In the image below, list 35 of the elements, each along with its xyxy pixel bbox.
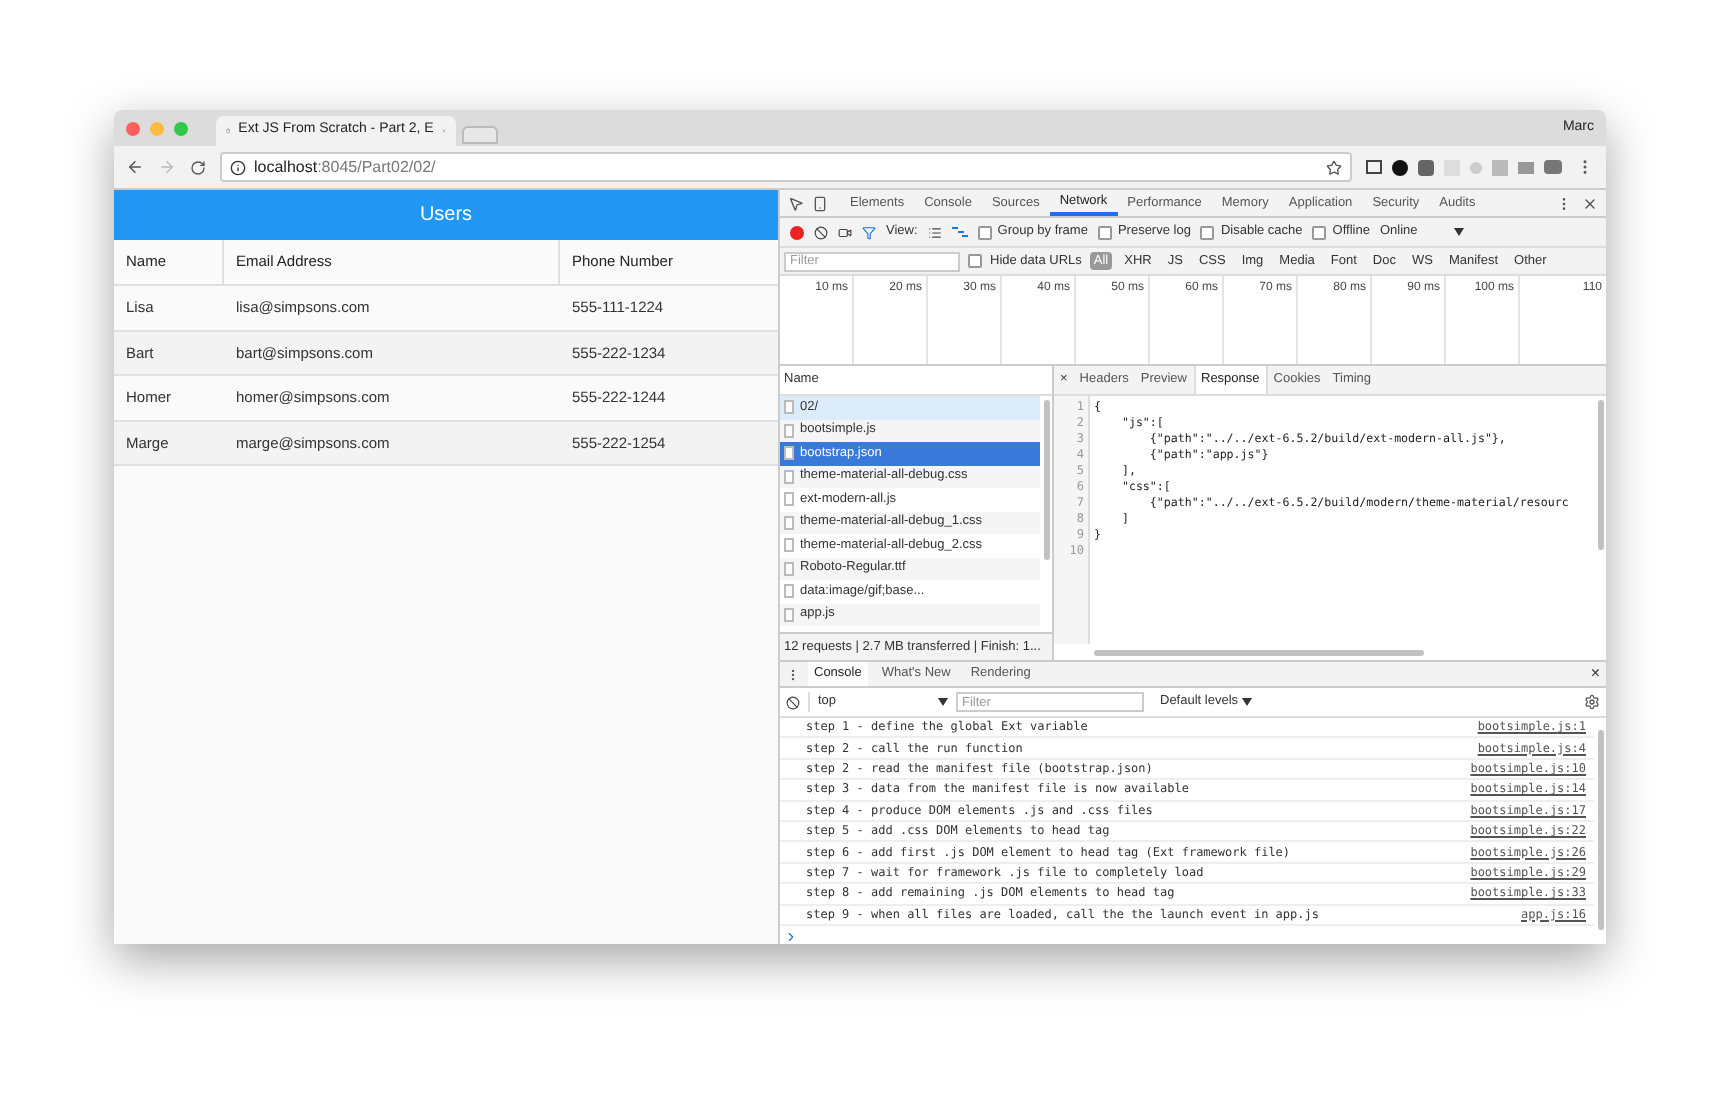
clear-icon[interactable] bbox=[814, 225, 828, 239]
close-icon[interactable] bbox=[1582, 195, 1598, 211]
horizontal-scrollbar[interactable] bbox=[1094, 649, 1424, 655]
caret-icon bbox=[1453, 228, 1464, 236]
scrollbar[interactable] bbox=[1597, 400, 1603, 550]
url-text: localhost:8045/Part02/02/ bbox=[254, 155, 436, 179]
back-icon[interactable] bbox=[126, 158, 144, 176]
users-title-bar: Users bbox=[114, 190, 778, 240]
device-icon[interactable] bbox=[812, 195, 828, 211]
scrollbar[interactable] bbox=[1043, 400, 1049, 560]
info-icon bbox=[230, 159, 246, 175]
drawer-menu-icon[interactable] bbox=[786, 667, 800, 681]
checkbox[interactable] bbox=[1200, 225, 1215, 239]
record-icon[interactable] bbox=[790, 225, 804, 239]
prompt-icon bbox=[784, 929, 798, 944]
inspect-icon[interactable] bbox=[788, 195, 804, 211]
camera-icon[interactable] bbox=[838, 225, 852, 239]
address-field[interactable]: localhost:8045/Part02/02/ bbox=[220, 152, 1352, 182]
filter-icon[interactable] bbox=[862, 225, 876, 239]
close-drawer-button[interactable]: × bbox=[1590, 662, 1600, 686]
reload-icon[interactable] bbox=[190, 159, 206, 175]
checkbox[interactable] bbox=[968, 254, 982, 268]
extension-icons-drawing[interactable] bbox=[1366, 159, 1562, 175]
list-view-icon[interactable] bbox=[927, 225, 942, 239]
close-window-icon[interactable] bbox=[126, 121, 140, 135]
bookmark-star-icon[interactable] bbox=[1326, 159, 1342, 175]
checkbox[interactable] bbox=[1312, 225, 1327, 239]
scrollbar[interactable] bbox=[1597, 730, 1603, 930]
checkbox[interactable] bbox=[1097, 225, 1112, 239]
settings-icon[interactable] bbox=[1584, 694, 1600, 710]
caret-icon bbox=[1242, 698, 1253, 706]
waterfall-icon[interactable] bbox=[951, 226, 968, 238]
clear-console-icon[interactable] bbox=[786, 695, 800, 709]
checkbox[interactable] bbox=[977, 225, 992, 239]
caret-icon bbox=[938, 698, 948, 706]
